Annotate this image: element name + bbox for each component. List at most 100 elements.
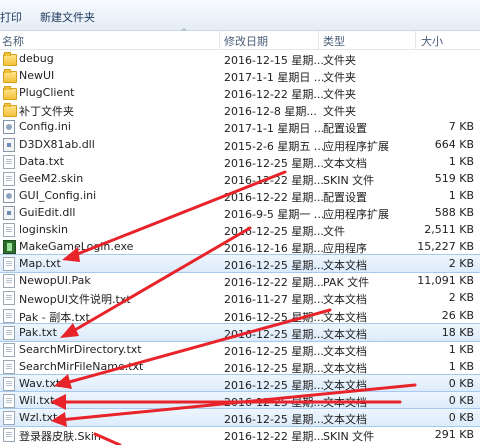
file-name: D3DX81ab.dll xyxy=(19,137,95,151)
file-size: 1 KB xyxy=(448,154,474,168)
text-file-icon xyxy=(3,291,15,306)
file-type: SKIN 文件 xyxy=(323,173,375,187)
file-row[interactable]: SearchMirFileName.txt 2016-12-25 星期... 文本文… xyxy=(0,358,480,375)
file-type: 文件夹 xyxy=(323,105,356,119)
file-row[interactable]: Config.ini 2017-1-1 星期日 ... 配置设置 7 KB xyxy=(0,118,480,135)
file-type: SKIN 文件 xyxy=(323,430,375,444)
file-type: 文件夹 xyxy=(323,54,356,67)
file-name: Data.txt xyxy=(19,154,64,168)
file-row[interactable]: NewUI 2017-1-1 星期日 ... 文件夹 xyxy=(0,67,480,84)
file-type: 文本文档 xyxy=(323,293,367,307)
file-size: 2 KB xyxy=(448,257,474,271)
file-row[interactable]: 补丁文件夹 2016-12-8 星期... 文件夹 xyxy=(0,101,480,118)
file-row[interactable]: D3DX81ab.dll 2015-2-6 星期五 ... 应用程序扩展 664 KB xyxy=(0,136,480,153)
column-divider[interactable] xyxy=(219,31,220,49)
file-date: 2016-12-22 星期... xyxy=(224,173,324,187)
file-type: 文本文档 xyxy=(323,344,367,358)
file-name: SearchMirFileName.txt xyxy=(19,359,144,373)
column-type-header[interactable]: 类型 xyxy=(323,33,345,49)
file-name: Wil.txt xyxy=(19,394,55,407)
file-name: GUI_Config.ini xyxy=(19,188,97,202)
file-row[interactable]: MakeGameLogin.exe 2016-12-16 星期... 应用程序 15,… xyxy=(0,238,480,255)
file-type: 文本文档 xyxy=(323,156,367,170)
dll-file-icon xyxy=(3,205,15,220)
file-size: 7 KB xyxy=(448,120,474,134)
file-date: 2016-12-22 星期... xyxy=(224,276,324,290)
column-date-header[interactable]: 修改日期 xyxy=(224,33,268,49)
file-date: 2015-2-6 星期五 ... xyxy=(224,139,325,153)
file-row[interactable]: 登录器皮肤.Skin 2016-12-22 星期... SKIN 文件 291 KB xyxy=(0,426,480,443)
file-size: 291 KB xyxy=(434,428,474,442)
file-row[interactable]: NewopUI文件说明.txt 2016-11-27 星期... 文本文档 2 KB xyxy=(0,289,480,306)
file-name: loginskin xyxy=(19,223,68,236)
file-row[interactable]: Map.txt 2016-12-25 星期... 文本文档 2 KB xyxy=(0,254,480,274)
text-file-icon xyxy=(3,411,15,426)
file-size: 0 KB xyxy=(448,376,474,390)
folder-icon xyxy=(3,86,17,101)
file-row[interactable]: NewopUI.Pak 2016-12-22 星期... PAK 文件 11,091 … xyxy=(0,272,480,289)
file-date: 2016-12-25 星期... xyxy=(224,378,324,392)
file-row[interactable]: GeeM2.skin 2016-12-22 星期... SKIN 文件 519 KB xyxy=(0,170,480,187)
file-type: 文件夹 xyxy=(323,88,356,102)
folder-icon xyxy=(3,52,17,66)
file-type: 文本文档 xyxy=(323,310,367,324)
config-file-icon xyxy=(3,120,15,135)
new-folder-button[interactable]: 新建文件夹 xyxy=(40,9,95,25)
column-size-header[interactable]: 大小 xyxy=(421,33,443,49)
file-row[interactable]: GuiEdit.dll 2016-9-5 星期一 ... 应用程序扩展 588 KB xyxy=(0,204,480,221)
file-row[interactable]: GUI_Config.ini 2016-12-22 星期... 配置设置 1 KB xyxy=(0,187,480,204)
text-file-icon xyxy=(3,359,15,374)
print-button[interactable]: 打印 xyxy=(0,9,22,25)
config-file-icon xyxy=(3,188,15,203)
file-row[interactable]: Pak - 副本.txt 2016-12-25 星期... 文本文档 26 KB xyxy=(0,307,480,324)
file-row[interactable]: debug 2016-12-15 星期... 文件夹 xyxy=(0,50,480,67)
file-name: Map.txt xyxy=(19,257,61,271)
file-date: 2016-12-25 星期... xyxy=(224,259,324,273)
file-size: 1 KB xyxy=(448,188,474,202)
file-size: 2,511 KB xyxy=(424,223,474,236)
toolbar: 打印 新建文件夹 xyxy=(0,0,480,31)
file-date: 2016-12-25 星期... xyxy=(224,225,324,238)
file-date: 2016-9-5 星期一 ... xyxy=(224,207,325,221)
file-name: PlugClient xyxy=(19,86,75,100)
column-divider[interactable] xyxy=(318,31,319,49)
file-name: NewopUI.Pak xyxy=(19,274,91,288)
file-type: 文件夹 xyxy=(323,71,356,85)
file-name: GeeM2.skin xyxy=(19,171,84,185)
file-date: 2016-12-22 星期... xyxy=(224,88,324,102)
file-name: 登录器皮肤.Skin xyxy=(19,430,101,444)
file-name: Pak.txt xyxy=(19,325,57,339)
pak-file-icon xyxy=(3,274,15,289)
file-name: SearchMirDirectory.txt xyxy=(19,342,142,356)
folder-icon xyxy=(3,69,17,84)
file-row[interactable]: Data.txt 2016-12-25 星期... 文本文档 1 KB xyxy=(0,153,480,170)
skin-file-icon xyxy=(3,171,15,186)
file-row[interactable]: PlugClient 2016-12-22 星期... 文件夹 xyxy=(0,84,480,101)
column-name-header[interactable]: 名称 xyxy=(2,33,24,49)
file-type: 应用程序扩展 xyxy=(323,139,389,153)
file-size: 664 KB xyxy=(434,137,474,151)
file-row[interactable]: SearchMirDirectory.txt 2016-12-25 星期... 文本… xyxy=(0,341,480,358)
text-file-icon xyxy=(3,342,15,357)
file-date: 2016-12-25 星期... xyxy=(224,327,324,341)
file-type: 应用程序扩展 xyxy=(323,207,389,221)
file-date: 2017-1-1 星期日 ... xyxy=(224,71,325,85)
file-date: 2016-11-27 星期... xyxy=(224,293,324,307)
file-date: 2016-12-25 星期... xyxy=(224,396,324,409)
file-size: 11,091 KB xyxy=(417,274,474,288)
file-type: 文件 xyxy=(323,225,345,238)
file-type: 文本文档 xyxy=(323,259,367,273)
file-row[interactable]: loginskin 2016-12-25 星期... 文件 2,511 KB xyxy=(0,221,480,238)
file-row[interactable]: Wav.txt 2016-12-25 星期... 文本文档 0 KB xyxy=(0,373,480,393)
file-type: 文本文档 xyxy=(323,413,367,427)
column-divider[interactable] xyxy=(415,31,416,49)
file-row[interactable]: Wzl.txt 2016-12-25 星期... 文本文档 0 KB xyxy=(0,408,480,428)
file-row[interactable]: Pak.txt 2016-12-25 星期... 文本文档 18 KB xyxy=(0,322,480,342)
file-date: 2016-12-15 星期... xyxy=(224,54,324,67)
exe-file-icon xyxy=(3,240,16,255)
file-row[interactable]: Wil.txt 2016-12-25 星期... 文本文档 0 KB xyxy=(0,391,480,410)
file-date: 2016-12-25 星期... xyxy=(224,413,324,427)
text-file-icon xyxy=(3,154,15,169)
file-size: 1 KB xyxy=(448,342,474,356)
file-name: Pak - 副本.txt xyxy=(19,310,90,324)
